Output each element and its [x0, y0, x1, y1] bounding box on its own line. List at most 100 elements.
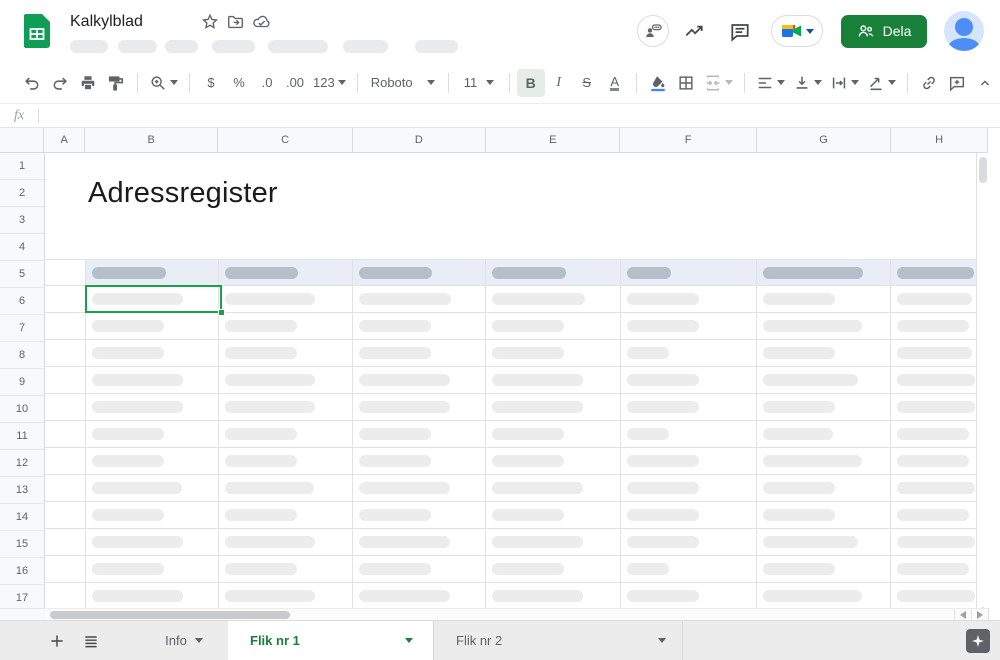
- bold-button[interactable]: B: [517, 69, 545, 97]
- cell-C5[interactable]: [219, 286, 353, 313]
- fill-handle[interactable]: [218, 309, 225, 316]
- cell-A6[interactable]: [45, 313, 86, 340]
- cell-C13[interactable]: [219, 502, 353, 529]
- format-percent-button[interactable]: %: [225, 69, 253, 97]
- row-header-3[interactable]: 3: [0, 207, 45, 234]
- all-sheets-button[interactable]: [74, 624, 108, 658]
- column-header-G[interactable]: G: [757, 128, 891, 153]
- horizontal-scrollbar-track[interactable]: [45, 608, 954, 620]
- hide-toolbar-button[interactable]: [971, 69, 999, 97]
- title-rows[interactable]: Adressregister: [45, 153, 988, 234]
- cell-A16[interactable]: [45, 583, 86, 608]
- cell-H4[interactable]: [891, 260, 988, 286]
- zoom-control[interactable]: [145, 69, 182, 97]
- tab-info-caret[interactable]: [195, 638, 203, 643]
- row-header-11[interactable]: 11: [0, 423, 45, 450]
- cell-E14[interactable]: [486, 529, 620, 556]
- cell-A8[interactable]: [45, 367, 86, 394]
- menu-item-placeholder[interactable]: [165, 40, 198, 53]
- cell-G10[interactable]: [757, 421, 891, 448]
- scroll-up-button[interactable]: [977, 603, 988, 608]
- sheets-logo[interactable]: [24, 14, 50, 48]
- cell-G7[interactable]: [757, 340, 891, 367]
- cell-F8[interactable]: [621, 367, 757, 394]
- text-color-button[interactable]: A: [601, 69, 629, 97]
- cell-H15[interactable]: [891, 556, 988, 583]
- font-family-select[interactable]: Roboto: [365, 69, 441, 97]
- menu-item-placeholder[interactable]: [415, 40, 458, 53]
- cell-A15[interactable]: [45, 556, 86, 583]
- cell-H7[interactable]: [891, 340, 988, 367]
- cell-H12[interactable]: [891, 475, 988, 502]
- cell-D11[interactable]: [353, 448, 486, 475]
- cell-C8[interactable]: [219, 367, 353, 394]
- menu-item-placeholder[interactable]: [118, 40, 157, 53]
- font-family-caret[interactable]: [427, 80, 435, 85]
- cell-A9[interactable]: [45, 394, 86, 421]
- cell-B9[interactable]: [86, 394, 219, 421]
- cell-G15[interactable]: [757, 556, 891, 583]
- cell-F13[interactable]: [621, 502, 757, 529]
- cell-G5[interactable]: [757, 286, 891, 313]
- number-format-caret[interactable]: [338, 80, 346, 85]
- borders-button[interactable]: [672, 69, 700, 97]
- tab1-caret[interactable]: [405, 638, 413, 643]
- cell-A10[interactable]: [45, 421, 86, 448]
- cell-B11[interactable]: [86, 448, 219, 475]
- decrease-decimal-button[interactable]: .0: [253, 69, 281, 97]
- cell-B16[interactable]: [86, 583, 219, 608]
- vertical-align-button[interactable]: [789, 69, 826, 97]
- column-header-D[interactable]: D: [353, 128, 486, 153]
- cell-G9[interactable]: [757, 394, 891, 421]
- cell-A7[interactable]: [45, 340, 86, 367]
- cell-D10[interactable]: [353, 421, 486, 448]
- italic-button[interactable]: I: [545, 69, 573, 97]
- move-folder-icon[interactable]: [226, 13, 245, 31]
- cell-H9[interactable]: [891, 394, 988, 421]
- row-header-13[interactable]: 13: [0, 477, 45, 504]
- star-icon[interactable]: [201, 13, 219, 31]
- column-header-A[interactable]: A: [44, 128, 85, 153]
- font-size-select[interactable]: 11: [456, 69, 502, 97]
- cell-H8[interactable]: [891, 367, 988, 394]
- cell-D6[interactable]: [353, 313, 486, 340]
- formula-input[interactable]: [39, 104, 1000, 127]
- cell-A14[interactable]: [45, 529, 86, 556]
- cell-B12[interactable]: [86, 475, 219, 502]
- paint-format-button[interactable]: [102, 69, 130, 97]
- row-header-9[interactable]: 9: [0, 369, 45, 396]
- cell-F14[interactable]: [621, 529, 757, 556]
- strikethrough-button[interactable]: S: [573, 69, 601, 97]
- cell-D7[interactable]: [353, 340, 486, 367]
- increase-decimal-button[interactable]: .00: [281, 69, 309, 97]
- tab2-caret[interactable]: [658, 638, 666, 643]
- cell-B7[interactable]: [86, 340, 219, 367]
- cell-E9[interactable]: [486, 394, 620, 421]
- cell-E16[interactable]: [486, 583, 620, 608]
- row-header-10[interactable]: 10: [0, 396, 45, 423]
- row-header-16[interactable]: 16: [0, 558, 45, 585]
- cell-F12[interactable]: [621, 475, 757, 502]
- cell-G11[interactable]: [757, 448, 891, 475]
- menu-bar[interactable]: [70, 40, 550, 53]
- text-rotation-button[interactable]: [863, 69, 900, 97]
- cell-B14[interactable]: [86, 529, 219, 556]
- cell-G4[interactable]: [757, 260, 891, 286]
- cell-B4[interactable]: [86, 260, 219, 286]
- cell-F7[interactable]: [621, 340, 757, 367]
- cell-G8[interactable]: [757, 367, 891, 394]
- vertical-scrollbar-thumb[interactable]: [979, 157, 987, 183]
- cell-C12[interactable]: [219, 475, 353, 502]
- cell-C15[interactable]: [219, 556, 353, 583]
- cell-C14[interactable]: [219, 529, 353, 556]
- cell-D16[interactable]: [353, 583, 486, 608]
- horizontal-scrollbar-thumb[interactable]: [50, 611, 290, 619]
- text-wrap-caret[interactable]: [851, 80, 859, 85]
- cell-A12[interactable]: [45, 475, 86, 502]
- cell-C10[interactable]: [219, 421, 353, 448]
- font-size-caret[interactable]: [486, 80, 494, 85]
- print-button[interactable]: [74, 69, 102, 97]
- doc-title[interactable]: Kalkylblad: [70, 13, 143, 31]
- cell-D12[interactable]: [353, 475, 486, 502]
- row-header-4[interactable]: 4: [0, 234, 45, 261]
